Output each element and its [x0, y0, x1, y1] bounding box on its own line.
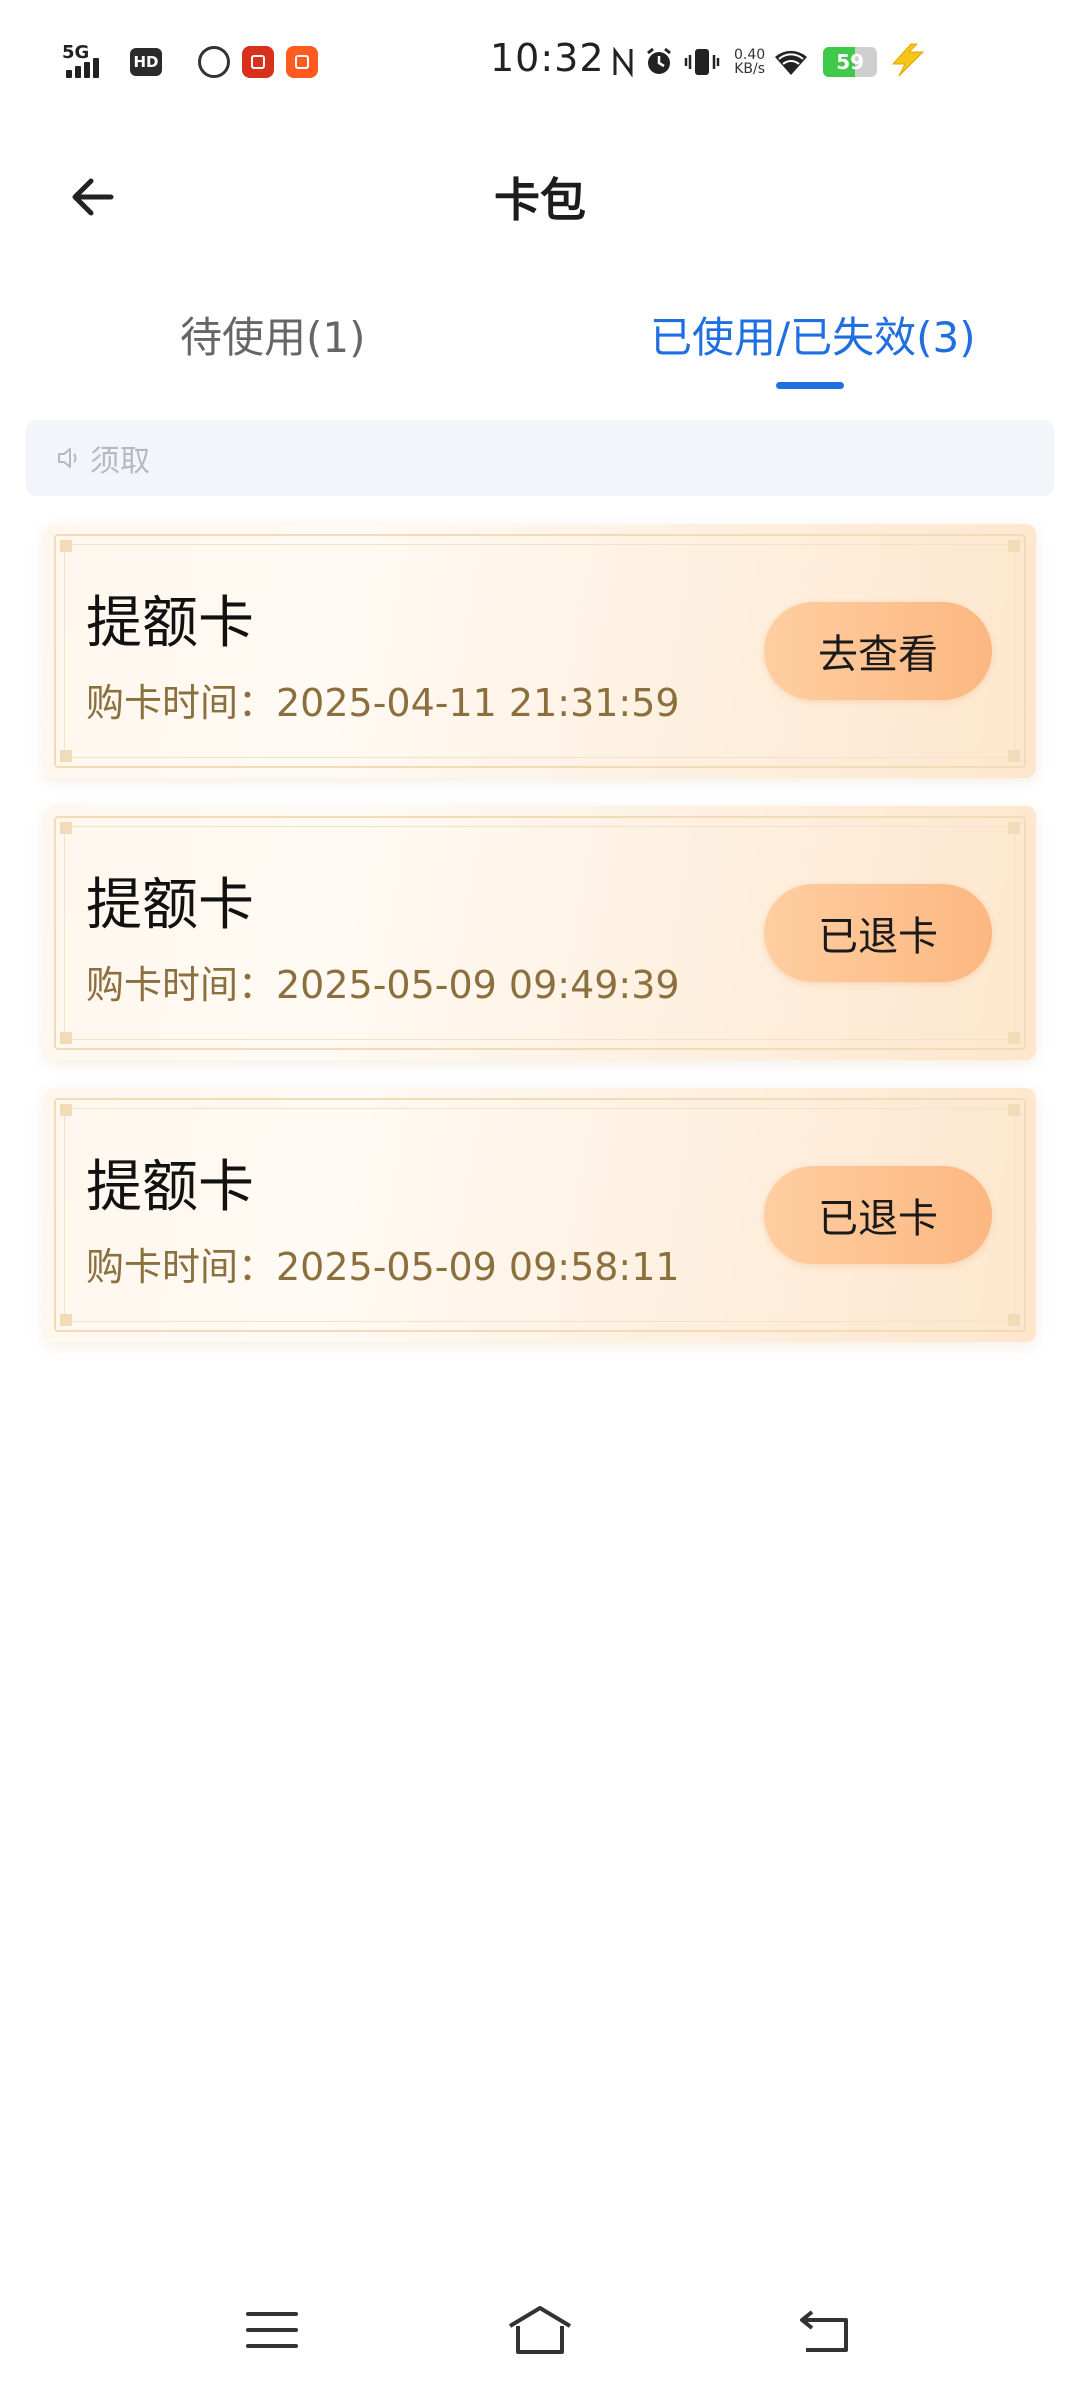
- card-item: 提额卡 购卡时间：2025-05-09 09:58:11 已退卡: [44, 1088, 1036, 1342]
- refunded-status-button[interactable]: 已退卡: [764, 884, 992, 982]
- tab-used-expired[interactable]: 已使用/已失效(3): [650, 304, 976, 365]
- header: 卡包: [0, 122, 1080, 262]
- card-title: 提额卡: [86, 873, 254, 938]
- charging-icon: [887, 42, 927, 82]
- hd-badge: HD: [130, 48, 162, 76]
- notice-bar: 须取: [26, 420, 1054, 496]
- notification-app-icon: [242, 46, 274, 78]
- card-purchase-time: 购卡时间：2025-05-09 09:58:11: [86, 1245, 680, 1289]
- notification-app-icon: [286, 46, 318, 78]
- network-type-label: 5G: [62, 42, 90, 63]
- network-speed: 0.40 KB/s: [734, 48, 765, 76]
- tab-bar: 待使用(1) 已使用/已失效(3): [0, 290, 1080, 390]
- refunded-status-button[interactable]: 已退卡: [764, 1166, 992, 1264]
- card-purchase-time: 购卡时间：2025-05-09 09:49:39: [86, 963, 680, 1007]
- notification-app-icon: [198, 46, 230, 78]
- system-nav-bar: [0, 2280, 1080, 2400]
- card-purchase-time: 购卡时间：2025-04-11 21:31:59: [86, 681, 680, 725]
- card-list-area: 须取 提额卡 购卡时间：2025-04-11 21:31:59 去查看 提额卡 …: [0, 390, 1080, 2260]
- network-speed-value: 0.40: [734, 47, 766, 63]
- home-icon: [508, 2306, 572, 2354]
- notice-text: 须取: [90, 444, 150, 479]
- nav-menu-button[interactable]: [232, 2290, 312, 2370]
- status-left: 5G HD: [60, 40, 318, 84]
- status-time: 10:32: [490, 36, 605, 80]
- view-card-button[interactable]: 去查看: [764, 602, 992, 700]
- cellular-signal-icon: 5G: [60, 42, 110, 82]
- card-title: 提额卡: [86, 591, 254, 656]
- nfc-icon: [612, 47, 634, 77]
- menu-icon: [246, 2312, 298, 2348]
- wifi-icon: [773, 47, 809, 77]
- nav-back-button[interactable]: [784, 2290, 864, 2370]
- tab-unused[interactable]: 待使用(1): [180, 304, 366, 365]
- card-item: 提额卡 购卡时间：2025-04-11 21:31:59 去查看: [44, 524, 1036, 778]
- tab-indicator: [776, 382, 844, 389]
- alarm-icon: [644, 47, 674, 77]
- card-title: 提额卡: [86, 1155, 254, 1220]
- status-bar: 5G HD 10:32 0.40 KB/s 59: [0, 0, 1080, 122]
- page-title: 卡包: [494, 173, 586, 227]
- speaker-icon: [58, 448, 77, 468]
- battery-level: 59: [836, 50, 865, 74]
- network-speed-unit: KB/s: [734, 61, 765, 77]
- battery-icon: 59: [823, 47, 878, 77]
- card-item: 提额卡 购卡时间：2025-05-09 09:49:39 已退卡: [44, 806, 1036, 1060]
- nav-home-button[interactable]: [500, 2290, 580, 2370]
- back-icon: [800, 2310, 848, 2352]
- screen: 5G HD 10:32 0.40 KB/s 59 卡包 待使用(1) 已使用/已…: [0, 0, 1080, 2400]
- vibrate-icon: [684, 47, 720, 77]
- status-right: 0.40 KB/s 59: [612, 38, 927, 86]
